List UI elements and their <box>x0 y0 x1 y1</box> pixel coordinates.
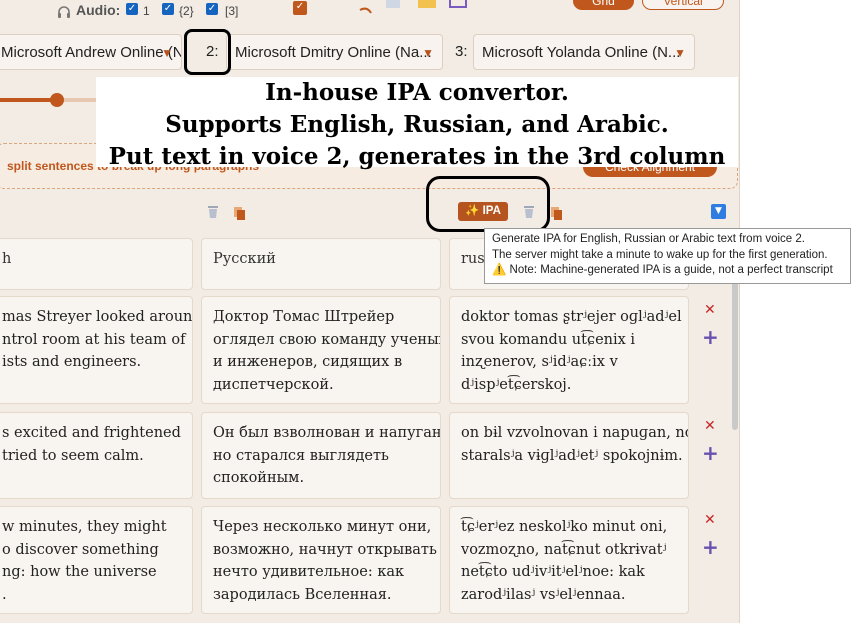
ipa-cell-2[interactable]: on bɨl vzvolnovan i napuɡan, no staralsʲ… <box>449 412 689 499</box>
delete-row-icon[interactable]: ✕ <box>704 418 716 434</box>
audio-checkbox-2[interactable]: ✓ <box>162 3 174 15</box>
tooltip-line-1: Generate IPA for English, Russian or Ara… <box>492 233 805 245</box>
voice3-number: 3: <box>455 43 468 60</box>
top-toolbar: Audio: ✓ 1 ✓ {2} ✓ [3] ✓ Grid Vertical <box>0 0 740 22</box>
russian-cell-1[interactable]: Доктор Томас Штрейер оглядел свою команд… <box>201 296 441 404</box>
audio-checkbox-1[interactable]: ✓ <box>126 3 138 15</box>
delete-row-icon[interactable]: ✕ <box>704 512 716 528</box>
ipa-cell-1[interactable]: doktor tomas ʂtrʲejer oɡlʲadʲel svou kom… <box>449 296 689 404</box>
undo-icon[interactable] <box>357 0 373 19</box>
chevron-down-icon: ▼ <box>422 46 434 60</box>
voice3-value: Microsoft Yolanda Online (N... <box>482 44 681 61</box>
voice3-select[interactable]: Microsoft Yolanda Online (N... ▼ <box>473 34 695 70</box>
window-icon[interactable] <box>449 0 467 8</box>
speed-slider-rest <box>58 98 98 102</box>
outer-background <box>740 0 851 623</box>
grid-button[interactable]: Grid <box>573 0 634 10</box>
banner-line-1: In-house IPA convertor. <box>265 79 569 106</box>
vertical-button[interactable]: Vertical <box>642 0 724 10</box>
audio-checkbox-3-label: [3] <box>225 4 239 18</box>
voice1-select[interactable]: Microsoft Andrew Online (N... ▼ <box>0 34 182 70</box>
russian-cell-2[interactable]: Он был взволнован и напуган, но старался… <box>201 412 441 499</box>
banner-line-2: Supports English, Russian, and Arabic. <box>165 111 669 138</box>
russian-cell-3[interactable]: Через несколько минут они, возможно, нач… <box>201 506 441 614</box>
chevron-down-icon: ▼ <box>161 46 173 60</box>
ipa-tooltip: Generate IPA for English, Russian or Ara… <box>484 228 851 284</box>
trash-icon[interactable] <box>207 204 219 223</box>
banner-line-3: Put text in voice 2, generates in the 3r… <box>108 143 726 170</box>
annotation-circle-voice2 <box>184 29 231 75</box>
add-row-icon[interactable]: + <box>702 535 719 559</box>
voice2-value: Microsoft Dmitry Online (Na... <box>235 44 432 61</box>
annotation-circle-ipa <box>426 176 550 232</box>
english-cell-1[interactable]: mas Streyer looked around ntrol room at … <box>0 296 193 404</box>
header-cell-russian: Русский <box>201 238 441 290</box>
tooltip-line-3: ⚠️ Note: Machine-generated IPA is a guid… <box>492 264 833 276</box>
audio-label: Audio: <box>76 2 121 18</box>
tooltip-line-2: The server might take a minute to wake u… <box>492 248 828 261</box>
audio-checkbox-2-label: {2} <box>179 4 194 18</box>
copy-icon[interactable] <box>551 205 562 224</box>
speed-slider-handle[interactable] <box>50 93 64 107</box>
header-cell-english: h <box>0 238 193 290</box>
voice2-select[interactable]: Microsoft Dmitry Online (Na... ▼ <box>226 34 443 70</box>
headphones-icon <box>57 3 71 18</box>
image-icon[interactable] <box>386 0 400 8</box>
option-checkbox[interactable]: ✓ <box>293 1 307 15</box>
audio-checkbox-3[interactable]: ✓ <box>206 3 218 15</box>
audio-checkbox-1-label: 1 <box>143 4 150 18</box>
english-cell-2[interactable]: s excited and frightened tried to seem c… <box>0 412 193 499</box>
voice1-value: Microsoft Andrew Online (N... <box>1 44 182 61</box>
add-row-icon[interactable]: + <box>702 325 719 349</box>
add-row-icon[interactable]: + <box>702 441 719 465</box>
folder-icon[interactable] <box>418 0 436 8</box>
delete-row-icon[interactable]: ✕ <box>704 302 716 318</box>
ipa-cell-3[interactable]: t͡ɕʲerʲez neskolʲko minut oni, vozmoʐno,… <box>449 506 689 614</box>
english-cell-3[interactable]: w minutes, they might o discover somethi… <box>0 506 193 614</box>
scroll-down-icon[interactable]: ▼ <box>711 204 726 219</box>
chevron-down-icon: ▼ <box>674 46 686 60</box>
copy-icon[interactable] <box>234 205 245 224</box>
annotation-banner: In-house IPA convertor. Supports English… <box>96 77 738 170</box>
